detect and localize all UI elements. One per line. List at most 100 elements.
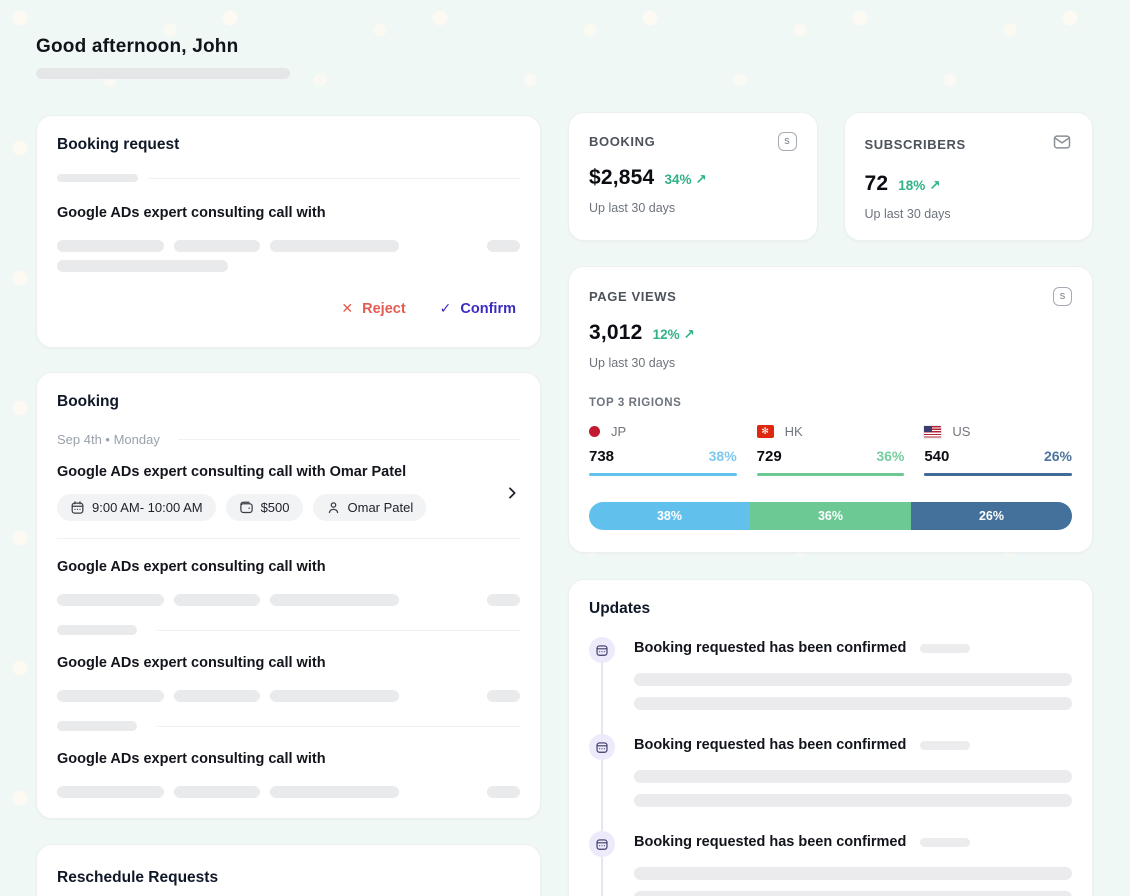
region-code: HK (785, 424, 803, 439)
skeleton-bar (634, 697, 1072, 710)
region-underline (589, 473, 737, 476)
bar-segment-us: 26% (911, 502, 1072, 530)
skeleton-pill (487, 594, 520, 606)
region-value: 738 (589, 448, 614, 465)
skeleton-bar (634, 794, 1072, 807)
skeleton-pill (174, 786, 260, 798)
skeleton-pill (270, 594, 399, 606)
skeleton-pill (920, 644, 970, 653)
skeleton-pill (57, 260, 228, 272)
skeleton-row (57, 240, 520, 252)
time-chip: 9:00 AM- 10:00 AM (57, 494, 216, 521)
reschedule-requests-title: Reschedule Requests (57, 869, 520, 887)
skeleton-pill (487, 240, 520, 252)
skeleton-pill (57, 594, 164, 606)
skeleton-pill (487, 786, 520, 798)
region-percent: 38% (709, 448, 737, 464)
skeleton-pill (270, 240, 399, 252)
dollar-squircle-icon: s (778, 132, 797, 151)
skeleton-row (57, 786, 520, 798)
skeleton-bar (634, 673, 1072, 686)
stat-value-row: $2,854 34% ↗ (589, 166, 797, 190)
skeleton-row (57, 690, 520, 702)
reject-button[interactable]: ✕ Reject (341, 300, 405, 317)
stat-caption: Up last 30 days (865, 207, 1073, 221)
hong-kong-flag-icon: ✻ (757, 425, 774, 438)
stat-cards-row: BOOKING s $2,854 34% ↗ Up last 30 days S… (568, 112, 1093, 241)
stat-caption: Up last 30 days (589, 356, 1072, 370)
stat-delta: 18% ↗ (898, 178, 940, 194)
region-hk: ✻ HK 729 36% (757, 424, 905, 476)
update-item-title: Booking requested has been confirmed (634, 737, 906, 753)
region-us: US 540 26% (924, 424, 1072, 476)
update-item-header: Booking requested has been confirmed (634, 737, 1072, 753)
attendee-chip-label: Omar Patel (348, 500, 414, 515)
skeleton-pill (270, 786, 399, 798)
update-item-body: Booking requested has been confirmed (634, 831, 1072, 896)
date-header-skeleton (57, 625, 520, 635)
skeleton-pill (57, 240, 164, 252)
dashboard-page: Good afternoon, John Booking request Goo… (0, 0, 1130, 896)
region-jp: JP 738 38% (589, 424, 737, 476)
region-code: US (952, 424, 970, 439)
booking-item-title: Google ADs expert consulting call with (57, 559, 520, 575)
stat-value: $2,854 (589, 166, 654, 190)
skeleton-pill (270, 690, 399, 702)
booking-item-title: Google ADs expert consulting call with O… (57, 464, 496, 480)
region-percent: 36% (876, 448, 904, 464)
page-views-card: PAGE VIEWS s 3,012 12% ↗ Up last 30 days… (568, 266, 1093, 553)
regions-stacked-bar: 38% 36% 26% (589, 502, 1072, 530)
skeleton-pill (57, 690, 164, 702)
region-underline (924, 473, 1072, 476)
stat-value: 72 (865, 172, 889, 196)
price-chip-label: $500 (261, 500, 290, 515)
skeleton-pill (57, 786, 164, 798)
skeleton-pill (174, 594, 260, 606)
stat-delta: 12% ↗ (653, 327, 695, 343)
stat-value-row: 72 18% ↗ (865, 172, 1073, 196)
divider (157, 726, 520, 727)
calendar-icon (589, 637, 615, 663)
delta-value: 12% (653, 327, 680, 342)
stat-delta: 34% ↗ (664, 172, 706, 188)
greeting-skeleton (36, 68, 290, 79)
region-percent: 26% (1044, 448, 1072, 464)
greeting-block: Good afternoon, John (36, 36, 541, 79)
skeleton-pill (57, 174, 138, 182)
updates-card: Updates Booking requested has been confi… (568, 579, 1093, 896)
delta-value: 18% (898, 178, 925, 193)
stat-label: BOOKING (589, 134, 655, 149)
skeleton-pill (920, 741, 970, 750)
reschedule-requests-card: Reschedule Requests (36, 844, 541, 896)
booking-request-item-title: Google ADs expert consulting call with (57, 205, 520, 221)
update-item-title: Booking requested has been confirmed (634, 834, 906, 850)
trend-up-icon: ↗ (929, 178, 940, 193)
price-chip: $500 (226, 494, 303, 521)
booking-item[interactable]: Google ADs expert consulting call with O… (57, 464, 520, 521)
subscribers-stat-card: SUBSCRIBERS 72 18% ↗ Up last 30 days (844, 112, 1094, 241)
stat-label: PAGE VIEWS (589, 289, 676, 304)
booking-stat-card: BOOKING s $2,854 34% ↗ Up last 30 days (568, 112, 818, 241)
stat-card-header: PAGE VIEWS s (589, 287, 1072, 306)
booking-request-subheader-skeleton (57, 174, 520, 182)
confirm-button-label: Confirm (460, 301, 516, 317)
region-underline (757, 473, 905, 476)
skeleton-pill (174, 240, 260, 252)
person-icon (326, 500, 341, 515)
us-flag-icon (924, 426, 941, 438)
right-column: BOOKING s $2,854 34% ↗ Up last 30 days S… (568, 112, 1093, 896)
calendar-icon (589, 831, 615, 857)
stat-value: 3,012 (589, 321, 643, 345)
date-header-skeleton (57, 721, 520, 731)
x-icon: ✕ (341, 300, 353, 317)
booking-request-actions: ✕ Reject ✓ Confirm (57, 300, 516, 317)
skeleton-row (57, 260, 520, 272)
confirm-button[interactable]: ✓ Confirm (440, 300, 516, 317)
skeleton-pill (57, 625, 137, 635)
skeleton-pill (920, 838, 970, 847)
chevron-right-icon[interactable] (504, 485, 520, 501)
updates-timeline: Booking requested has been confirmed Boo… (589, 637, 1072, 896)
bar-segment-hk: 36% (750, 502, 911, 530)
region-header: ✻ HK (757, 424, 905, 439)
skeleton-row (57, 594, 520, 606)
